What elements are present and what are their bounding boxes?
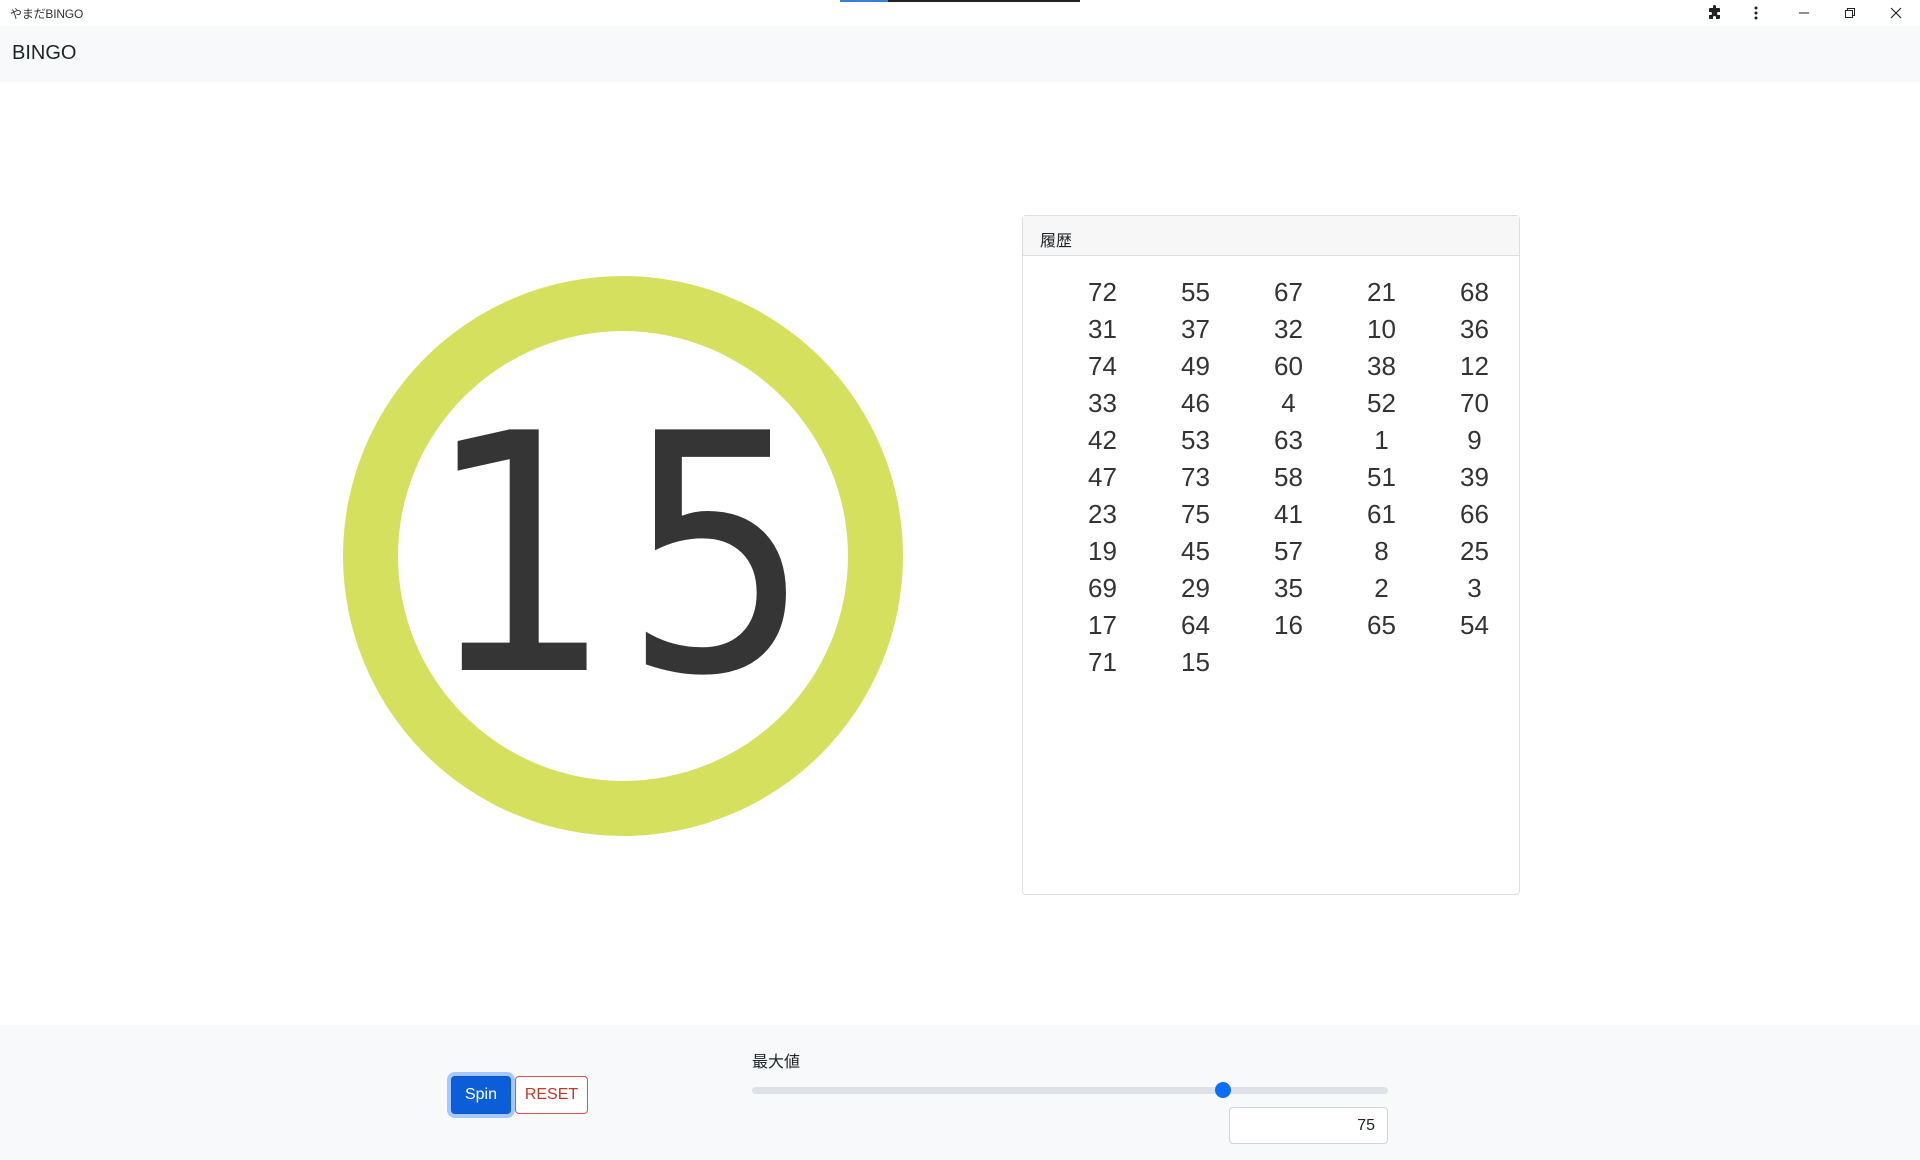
- history-number: 25: [1460, 536, 1489, 566]
- spin-button[interactable]: Spin: [451, 1076, 511, 1114]
- loading-bar-progress: [840, 0, 888, 2]
- history-number: 38: [1367, 351, 1396, 381]
- history-number: 36: [1460, 314, 1489, 344]
- reset-button[interactable]: RESET: [515, 1076, 588, 1114]
- history-number: 21: [1367, 277, 1396, 307]
- history-number: 17: [1088, 610, 1117, 640]
- extensions-icon[interactable]: [1701, 3, 1729, 23]
- max-value-input[interactable]: [1229, 1107, 1388, 1144]
- history-number: 19: [1088, 536, 1117, 566]
- history-number: 51: [1367, 462, 1396, 492]
- history-number: 66: [1460, 499, 1489, 529]
- history-number: 3: [1467, 573, 1482, 603]
- history-number: 74: [1088, 351, 1117, 381]
- window-title: やまだBINGO: [10, 7, 84, 21]
- history-number: 16: [1274, 610, 1303, 640]
- history-number: 65: [1367, 610, 1396, 640]
- history-grid: 72 55 67 21 68 31 37 32 10 36 74 49 60 38 12 33 46 4 52 70 4…: [1056, 274, 1521, 681]
- history-number: 71: [1088, 647, 1117, 677]
- history-number: 52: [1367, 388, 1396, 418]
- history-header: 履歴: [1023, 216, 1519, 256]
- history-number: 41: [1274, 499, 1303, 529]
- history-number: 55: [1181, 277, 1210, 307]
- history-number: 63: [1274, 425, 1303, 455]
- bingo-ball-face: 15: [398, 331, 848, 781]
- history-card: 履歴 72 55 67 21 68 31 37 32 10 36 74 49 60 38 12 33 46 4 52…: [1022, 215, 1520, 895]
- history-number: 60: [1274, 351, 1303, 381]
- history-number: 73: [1181, 462, 1210, 492]
- history-number: 53: [1181, 425, 1210, 455]
- history-number: 32: [1274, 314, 1303, 344]
- history-number: 39: [1460, 462, 1489, 492]
- history-number: 42: [1088, 425, 1117, 455]
- history-number: 58: [1274, 462, 1303, 492]
- current-number: 15: [425, 364, 821, 748]
- history-number: 15: [1181, 647, 1210, 677]
- history-number: 64: [1181, 610, 1210, 640]
- history-number: 72: [1088, 277, 1117, 307]
- history-number: 29: [1181, 573, 1210, 603]
- history-number: 35: [1274, 573, 1303, 603]
- max-value-slider[interactable]: [752, 1087, 1388, 1094]
- history-number: 45: [1181, 536, 1210, 566]
- history-number: 10: [1367, 314, 1396, 344]
- navbar-brand[interactable]: BINGO: [12, 42, 76, 65]
- history-number: 75: [1181, 499, 1210, 529]
- history-number: 46: [1181, 388, 1210, 418]
- close-icon[interactable]: [1882, 3, 1910, 23]
- kebab-menu-icon[interactable]: [1742, 3, 1770, 23]
- max-value-label: 最大値: [752, 1054, 801, 1071]
- history-number: 2: [1374, 573, 1389, 603]
- history-number: 8: [1374, 536, 1389, 566]
- history-number: 1: [1374, 425, 1389, 455]
- history-number: 33: [1088, 388, 1117, 418]
- history-number: 37: [1181, 314, 1210, 344]
- history-number: 49: [1181, 351, 1210, 381]
- history-number: 47: [1088, 462, 1117, 492]
- history-number: 57: [1274, 536, 1303, 566]
- window-titlebar: やまだBINGO: [0, 0, 1920, 26]
- minimize-icon[interactable]: [1790, 3, 1818, 23]
- bingo-ball: 15: [343, 276, 903, 836]
- history-number: 70: [1460, 388, 1489, 418]
- history-number: 12: [1460, 351, 1489, 381]
- history-number: 54: [1460, 610, 1489, 640]
- history-number: 23: [1088, 499, 1117, 529]
- history-number: 68: [1460, 277, 1489, 307]
- navbar: BINGO: [0, 26, 1920, 82]
- history-number: 4: [1281, 388, 1296, 418]
- history-number: 9: [1467, 425, 1482, 455]
- history-number: 61: [1367, 499, 1396, 529]
- history-number: 31: [1088, 314, 1117, 344]
- history-number: 67: [1274, 277, 1303, 307]
- restore-icon[interactable]: [1836, 3, 1864, 23]
- history-number: 69: [1088, 573, 1117, 603]
